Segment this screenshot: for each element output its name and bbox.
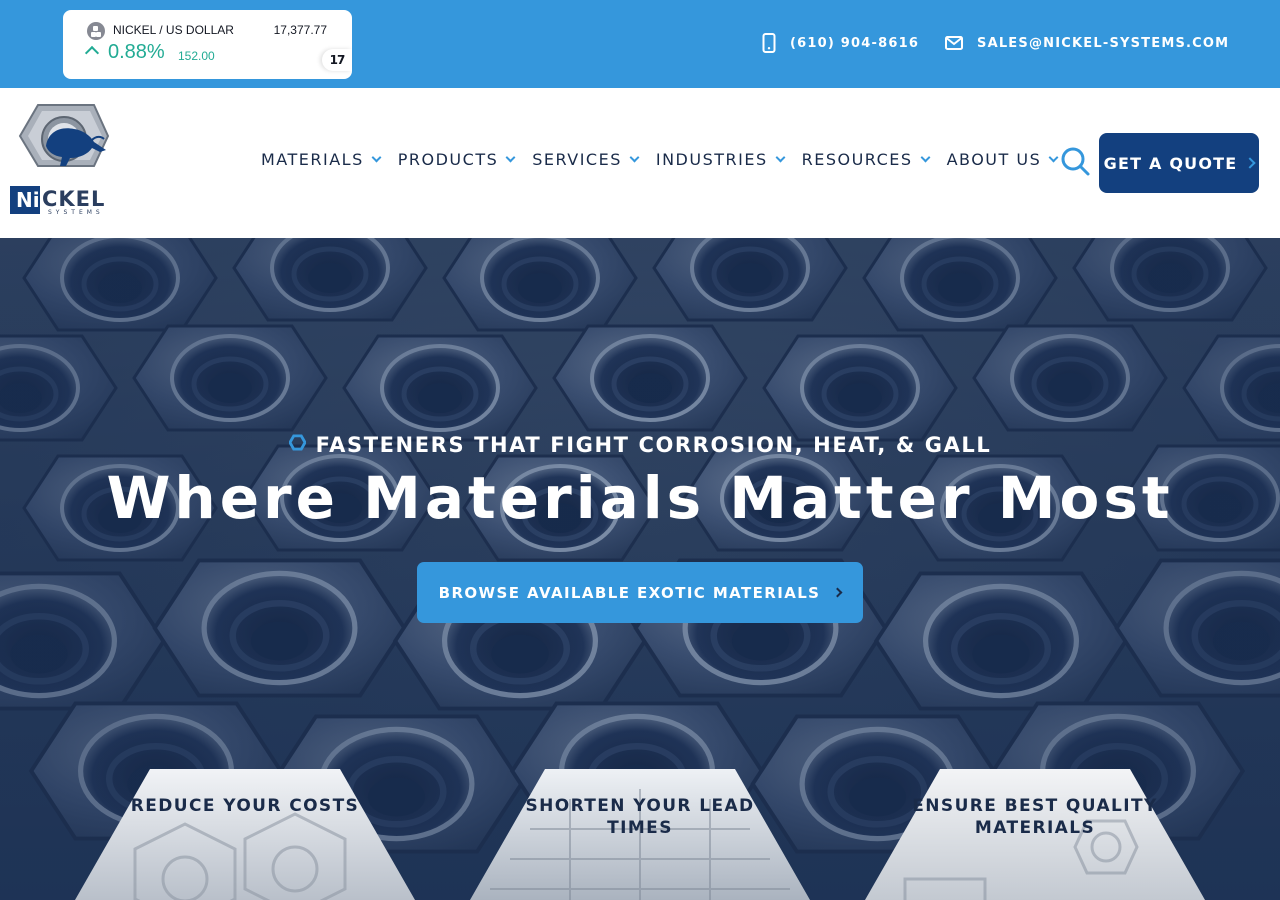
ticker-symbol: NICKEL / US DOLLAR (113, 23, 234, 37)
chevron-down-icon (629, 152, 640, 163)
chevron-right-icon (832, 587, 843, 598)
symbol-icon (87, 22, 105, 40)
hexagon-icon (287, 432, 307, 456)
email-address: SALES@NICKEL-SYSTEMS.COM (977, 35, 1230, 51)
nickel-systems-logo[interactable]: Ni CKEL SYSTEMS (8, 102, 116, 218)
quote-button-label: GET A QUOTE (1103, 153, 1238, 173)
search-icon (1061, 147, 1090, 176)
feature-card-reduce-costs[interactable]: REDUCE YOUR COSTS (75, 769, 415, 900)
nav-item-label: INDUSTRIES (655, 150, 768, 169)
nickel-price-ticker-widget[interactable]: NICKEL / US DOLLAR 17,377.77 0.88% 152.0… (63, 10, 352, 79)
nav-item-services[interactable]: SERVICES (532, 150, 640, 169)
browse-button-label: BROWSE AVAILABLE EXOTIC MATERIALS (438, 583, 821, 602)
nav-item-about-us[interactable]: ABOUT US (946, 150, 1059, 169)
phone-link[interactable]: (610) 904-8616 (762, 32, 919, 54)
ticker-change-value: 152.00 (178, 49, 215, 63)
top-bar: NICKEL / US DOLLAR 17,377.77 0.88% 152.0… (0, 0, 1280, 88)
phone-number: (610) 904-8616 (790, 35, 920, 51)
hero-kicker-text: FASTENERS THAT FIGHT CORROSION, HEAT, & … (315, 433, 992, 457)
logo-sub-text: SYSTEMS (48, 209, 104, 216)
chevron-down-icon (920, 152, 931, 163)
nav-item-resources[interactable]: RESOURCES (801, 150, 931, 169)
chevron-down-icon (775, 152, 786, 163)
card-hex-image (75, 769, 415, 900)
chevron-down-icon (371, 152, 382, 163)
card-label: ENSURE BEST QUALITY MATERIALS (912, 796, 1158, 838)
hero-kicker: FASTENERS THAT FIGHT CORROSION, HEAT, & … (0, 433, 1280, 457)
nav-item-materials[interactable]: MATERIALS (261, 150, 382, 169)
feature-card-quality-materials[interactable]: ENSURE BEST QUALITY MATERIALS (865, 769, 1205, 900)
card-label: SHORTEN YOUR LEAD TIMES (525, 796, 755, 838)
search-button[interactable] (1060, 146, 1092, 178)
envelope-icon (945, 36, 963, 50)
email-link[interactable]: SALES@NICKEL-SYSTEMS.COM (945, 32, 1229, 54)
nav-item-products[interactable]: PRODUCTS (397, 150, 516, 169)
hero-headline: Where Materials Matter Most (106, 464, 1174, 532)
nav-item-label: SERVICES (532, 150, 622, 169)
browse-exotic-materials-button[interactable]: BROWSE AVAILABLE EXOTIC MATERIALS (417, 562, 863, 623)
up-arrow-icon (84, 45, 100, 61)
nav-item-label: PRODUCTS (397, 150, 499, 169)
tradingview-logo-icon[interactable]: 17 (322, 49, 352, 71)
chevron-right-icon (1244, 157, 1257, 169)
ticker-price: 17,377.77 (273, 23, 327, 37)
nav-item-label: ABOUT US (946, 150, 1042, 169)
card-label: REDUCE YOUR COSTS (130, 796, 360, 816)
logo-word-text: CKEL (42, 187, 106, 211)
nav-item-label: MATERIALS (261, 150, 364, 169)
site-header: Ni CKEL SYSTEMS MATERIALS PRODUCTS SERVI… (0, 88, 1280, 238)
chevron-down-icon (505, 152, 516, 163)
hero-section: FASTENERS THAT FIGHT CORROSION, HEAT, & … (0, 238, 1280, 900)
feature-card-shorten-lead-times[interactable]: SHORTEN YOUR LEAD TIMES (470, 769, 810, 900)
logo-mark-text: Ni (16, 188, 40, 212)
get-a-quote-button[interactable]: GET A QUOTE (1099, 133, 1259, 193)
chevron-down-icon (1048, 152, 1059, 163)
ticker-change-percent: 0.88% (108, 41, 165, 63)
main-navigation: MATERIALS PRODUCTS SERVICES INDUSTRIES R… (261, 150, 1075, 169)
nav-item-label: RESOURCES (801, 150, 913, 169)
nav-item-industries[interactable]: INDUSTRIES (655, 150, 786, 169)
smartphone-icon (762, 33, 776, 53)
